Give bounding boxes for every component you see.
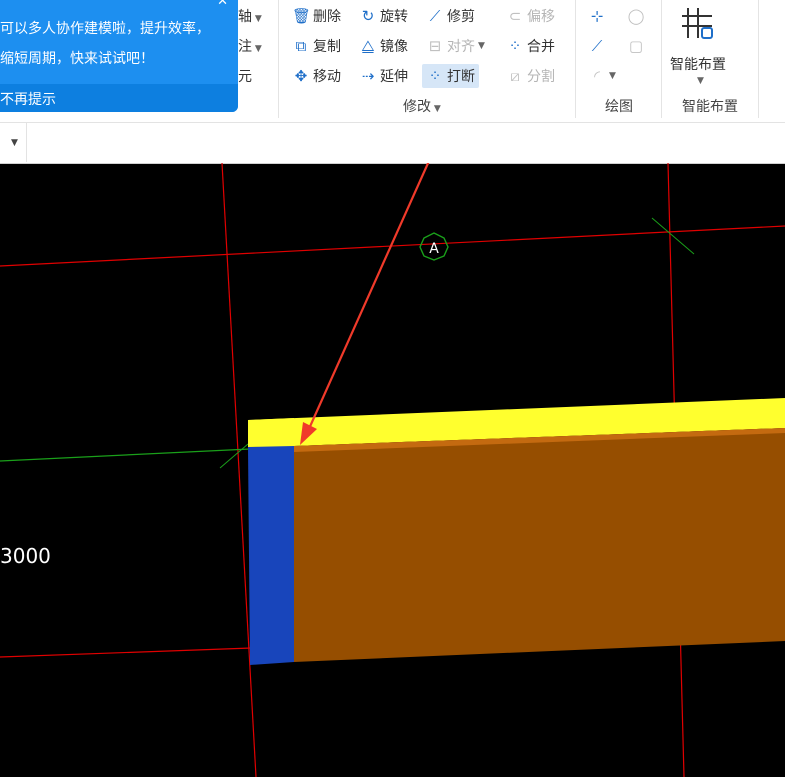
crosshair-point-icon: ⊹ — [590, 7, 604, 25]
arc-icon: ◜ — [594, 67, 600, 85]
group-divider — [661, 0, 662, 118]
split-icon: ⧄ — [510, 67, 520, 85]
draw-line-button[interactable]: ⟋ — [588, 34, 606, 58]
beam-end-face[interactable] — [248, 445, 294, 665]
beam-top-corner — [248, 418, 294, 447]
smart-layout-button[interactable]: 智能布置 ▼ — [670, 2, 734, 92]
merge-icon: ⁘ — [508, 37, 522, 55]
modify-group-label[interactable]: 修改 ▼ — [403, 96, 441, 116]
break-button[interactable]: ⁘ 打断 — [422, 64, 479, 88]
smart-group-label: 智能布置 — [682, 99, 738, 115]
unit-tool-label[interactable]: 元 — [238, 66, 252, 86]
merge-button[interactable]: ⁘ 合并 — [506, 34, 555, 58]
copy-button[interactable]: ⧉ 复制 — [292, 34, 341, 58]
align-icon: ⊟ — [428, 37, 442, 55]
line-icon: ⟋ — [591, 37, 603, 55]
group-divider — [278, 0, 279, 118]
axis-marker[interactable]: A — [419, 232, 449, 261]
annotation-arrow — [306, 163, 430, 432]
delete-button[interactable]: 🗑 删除 — [292, 4, 341, 28]
mirror-icon: ⧋ — [361, 37, 375, 55]
draw-point-button[interactable]: ⊹ — [588, 4, 606, 28]
snap-mark — [219, 443, 249, 469]
rotate-button[interactable]: ↻ 旋转 — [359, 4, 408, 28]
chevron-down-icon[interactable]: ▼ — [11, 138, 18, 148]
trim-icon: ⟋ — [429, 7, 441, 25]
mirror-button[interactable]: ⧋ 镜像 — [359, 34, 408, 58]
note-tool-label[interactable]: 注 ▼ — [238, 36, 262, 56]
chevron-down-icon: ▼ — [697, 76, 704, 86]
draw-group-label: 绘图 — [605, 99, 633, 115]
offset-icon: ⊂ — [508, 7, 522, 25]
offset-button[interactable]: ⊂ 偏移 — [506, 4, 555, 28]
group-divider — [575, 0, 576, 118]
split-button[interactable]: ⧄ 分割 — [506, 64, 555, 88]
rectangle-icon: ▢ — [628, 37, 644, 55]
svg-text:A: A — [429, 241, 439, 257]
extend-icon: ⇢ — [361, 67, 375, 85]
trim-button[interactable]: ⟋ 修剪 — [426, 4, 475, 28]
extend-button[interactable]: ⇢ 延伸 — [359, 64, 408, 88]
move-icon: ✥ — [294, 67, 308, 85]
trash-icon: 🗑 — [292, 7, 312, 25]
draw-circle-button[interactable]: ◯ — [627, 4, 645, 28]
snap-mark — [651, 217, 695, 255]
tip-footer: 不再提示 — [0, 84, 238, 112]
collaboration-tip-popup: ✕ 可以多人协作建模啦，提升效率， 缩短周期，快来试试吧！ 不再提示 — [0, 0, 238, 112]
move-button[interactable]: ✥ 移动 — [292, 64, 341, 88]
draw-arc-button[interactable]: ◜ ▼ — [588, 64, 616, 88]
drawing-canvas[interactable]: A — [0, 163, 785, 777]
align-button[interactable]: ⊟ 对齐 ▼ — [426, 34, 485, 58]
axis-tool-label[interactable]: 轴 ▼ — [238, 6, 262, 26]
property-bar — [0, 122, 785, 164]
circle-icon: ◯ — [627, 7, 645, 25]
draw-rect-button[interactable]: ▢ — [627, 34, 645, 58]
close-icon[interactable]: ✕ — [217, 0, 228, 9]
dont-show-again-link[interactable]: 不再提示 — [0, 89, 56, 109]
grid-layout-icon — [682, 8, 713, 39]
group-divider — [758, 0, 759, 118]
dimension-label: 3000 — [0, 544, 51, 568]
rotate-icon: ↻ — [361, 7, 375, 25]
break-icon: ⁘ — [428, 67, 442, 85]
beam-side-face[interactable] — [294, 428, 785, 662]
copy-icon: ⧉ — [295, 37, 307, 55]
green-axis-line — [0, 448, 251, 462]
